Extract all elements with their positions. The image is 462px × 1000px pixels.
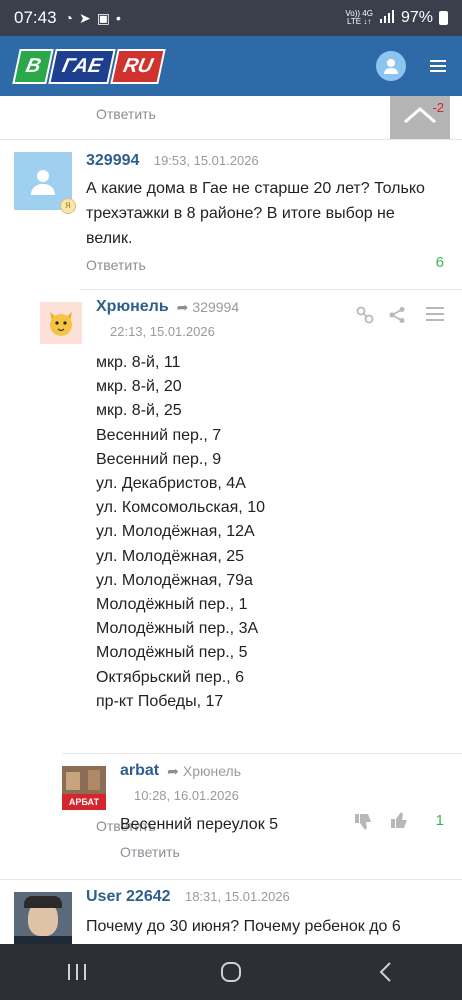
comment-author[interactable]: User 22642 [86,888,171,905]
comment-date: 22:13, 15.01.2026 [110,324,215,339]
clock: 07:43 [14,8,57,27]
site-logo[interactable]: В ГАЕ RU [12,48,167,84]
reply-to-author[interactable]: 329994 [192,299,239,315]
thumbs-up-icon[interactable] [390,810,410,835]
list-item: Молодёжный пер., 3А [96,620,259,638]
comment-text: Весенний переулок 5 [120,816,279,833]
list-item: пр-кт Победы, 17 [96,692,224,710]
list-item: ул. Молодёжная, 12А [96,523,255,541]
comment-author[interactable]: Хрюнель [96,298,169,316]
divider [0,139,462,140]
comment-text: Почему до 30 июня? Почему ребенок до 6 [86,918,401,935]
list-item: мкр. 8-й, 25 [96,402,182,420]
battery-icon [439,11,448,25]
user-icon [384,59,398,74]
reply-link[interactable]: Ответить [120,844,180,860]
back-button[interactable] [355,952,415,992]
avatar [14,892,72,944]
reply-to-icon: ➦ [176,298,189,315]
avatar [40,302,82,344]
battery-percent: 97% [400,9,433,26]
reply-link[interactable]: Ответить [96,106,156,122]
comment-date: 18:31, 15.01.2026 [184,889,290,904]
list-item: Весенний пер., 7 [96,426,222,444]
cat-face-icon [50,312,72,336]
telegram-icon: ➤ [79,9,91,26]
user-account-button[interactable] [376,51,406,81]
list-item: Октябрьский пер., 6 [96,668,245,686]
user-icon [31,170,55,195]
list-item: Молодёжный пер., 1 [96,596,248,614]
home-button[interactable] [201,952,261,992]
signal-icon [379,9,395,28]
reply-to-author[interactable]: Хрюнель [183,763,241,779]
share-icon[interactable] [388,306,406,329]
recent-apps-icon [68,964,86,980]
more-menu-icon[interactable] [426,306,444,327]
back-icon [379,962,391,982]
speed-icon: ◔ [64,10,74,26]
divider [80,289,462,290]
reply-link[interactable]: Ответить [86,257,146,273]
image-icon: ▣ [96,9,110,26]
score-positive: 1 [435,812,444,829]
list-item: Молодёжный пер., 5 [96,644,248,662]
badge-icon: я [60,198,76,214]
home-icon [221,962,241,982]
reply-to-icon: ➦ [167,762,179,779]
dot-icon: • [115,10,121,26]
comment-date: 19:53, 15.01.2026 [153,153,259,168]
list-item: мкр. 8-й, 20 [96,378,182,396]
status-bar: 07:43 ◔ ➤ ▣ • Vo)) 4G LTE ↓↑ 97% [0,0,462,36]
comment-text: А какие дома в Гае не старше 20 лет? Тол… [86,180,425,247]
recent-apps-button[interactable] [47,952,107,992]
comment-author[interactable]: 329994 [86,152,139,169]
network-indicator: Vo)) 4G LTE ↓↑ [345,9,373,26]
score-positive: 6 [435,254,444,271]
score-negative: -2 [432,100,444,115]
menu-button[interactable] [430,60,446,72]
notification-icons: ◔ ➤ ▣ • [65,10,121,27]
list-item: ул. Молодёжная, 25 [96,547,245,565]
system-nav-bar [0,944,462,1000]
thumbs-down-icon[interactable] [354,812,374,837]
comment-date: 10:28, 16.01.2026 [134,788,239,803]
list-item: Весенний пер., 9 [96,450,222,468]
list-item: ул. Молодёжная, 79а [96,571,253,589]
address-list: мкр. 8-й, 11 мкр. 8-й, 20 мкр. 8-й, 25 В… [96,351,265,714]
comments-section: Ответить -2 я 329994 19:53, 15.01.2026 А… [0,96,462,944]
comment-author[interactable]: arbat [120,762,159,780]
list-item: ул. Комсомольская, 10 [96,499,265,517]
list-item: мкр. 8-й, 11 [96,354,181,371]
avatar: АРБАТ [62,766,106,810]
divider [0,879,462,880]
link-icon[interactable] [356,306,374,329]
divider [62,753,462,754]
list-item: ул. Декабристов, 4А [96,475,246,493]
app-header: В ГАЕ RU [0,36,462,96]
